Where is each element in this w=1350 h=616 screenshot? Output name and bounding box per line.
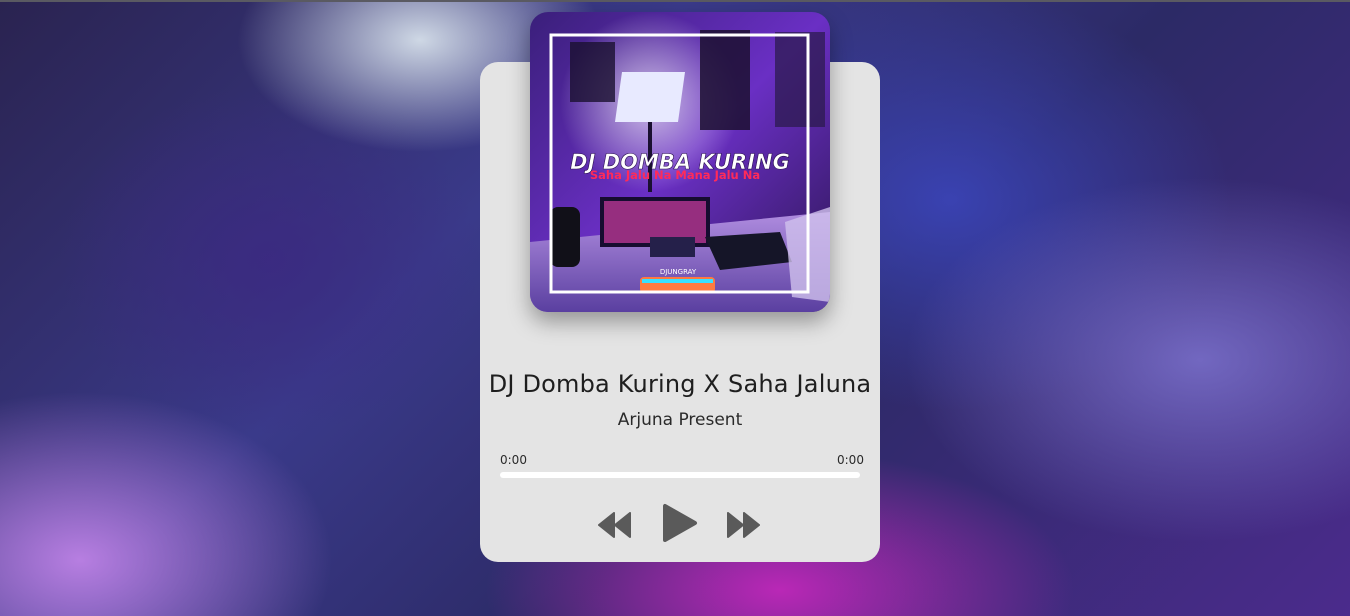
artist-name: Arjuna Present [617, 410, 743, 430]
window-top-edge [0, 0, 1350, 2]
album-cover: DJ DOMBA KURING Saha Jalu Na Mana Jalu N… [530, 12, 830, 312]
cover-subline: Saha Jalu Na Mana Jalu Na [590, 168, 760, 182]
progress-bar[interactable] [500, 472, 860, 478]
rewind-icon [598, 512, 631, 538]
total-time: 0:00 [837, 453, 864, 467]
play-icon [663, 504, 697, 542]
cover-logo: DJUNGRAY [660, 268, 697, 276]
play-button[interactable] [662, 503, 698, 543]
fast-forward-icon [727, 512, 760, 538]
next-button[interactable] [726, 512, 760, 538]
song-title: DJ Domba Kuring X Saha Jaluna [488, 370, 872, 398]
previous-button[interactable] [598, 512, 632, 538]
current-time: 0:00 [500, 453, 527, 467]
